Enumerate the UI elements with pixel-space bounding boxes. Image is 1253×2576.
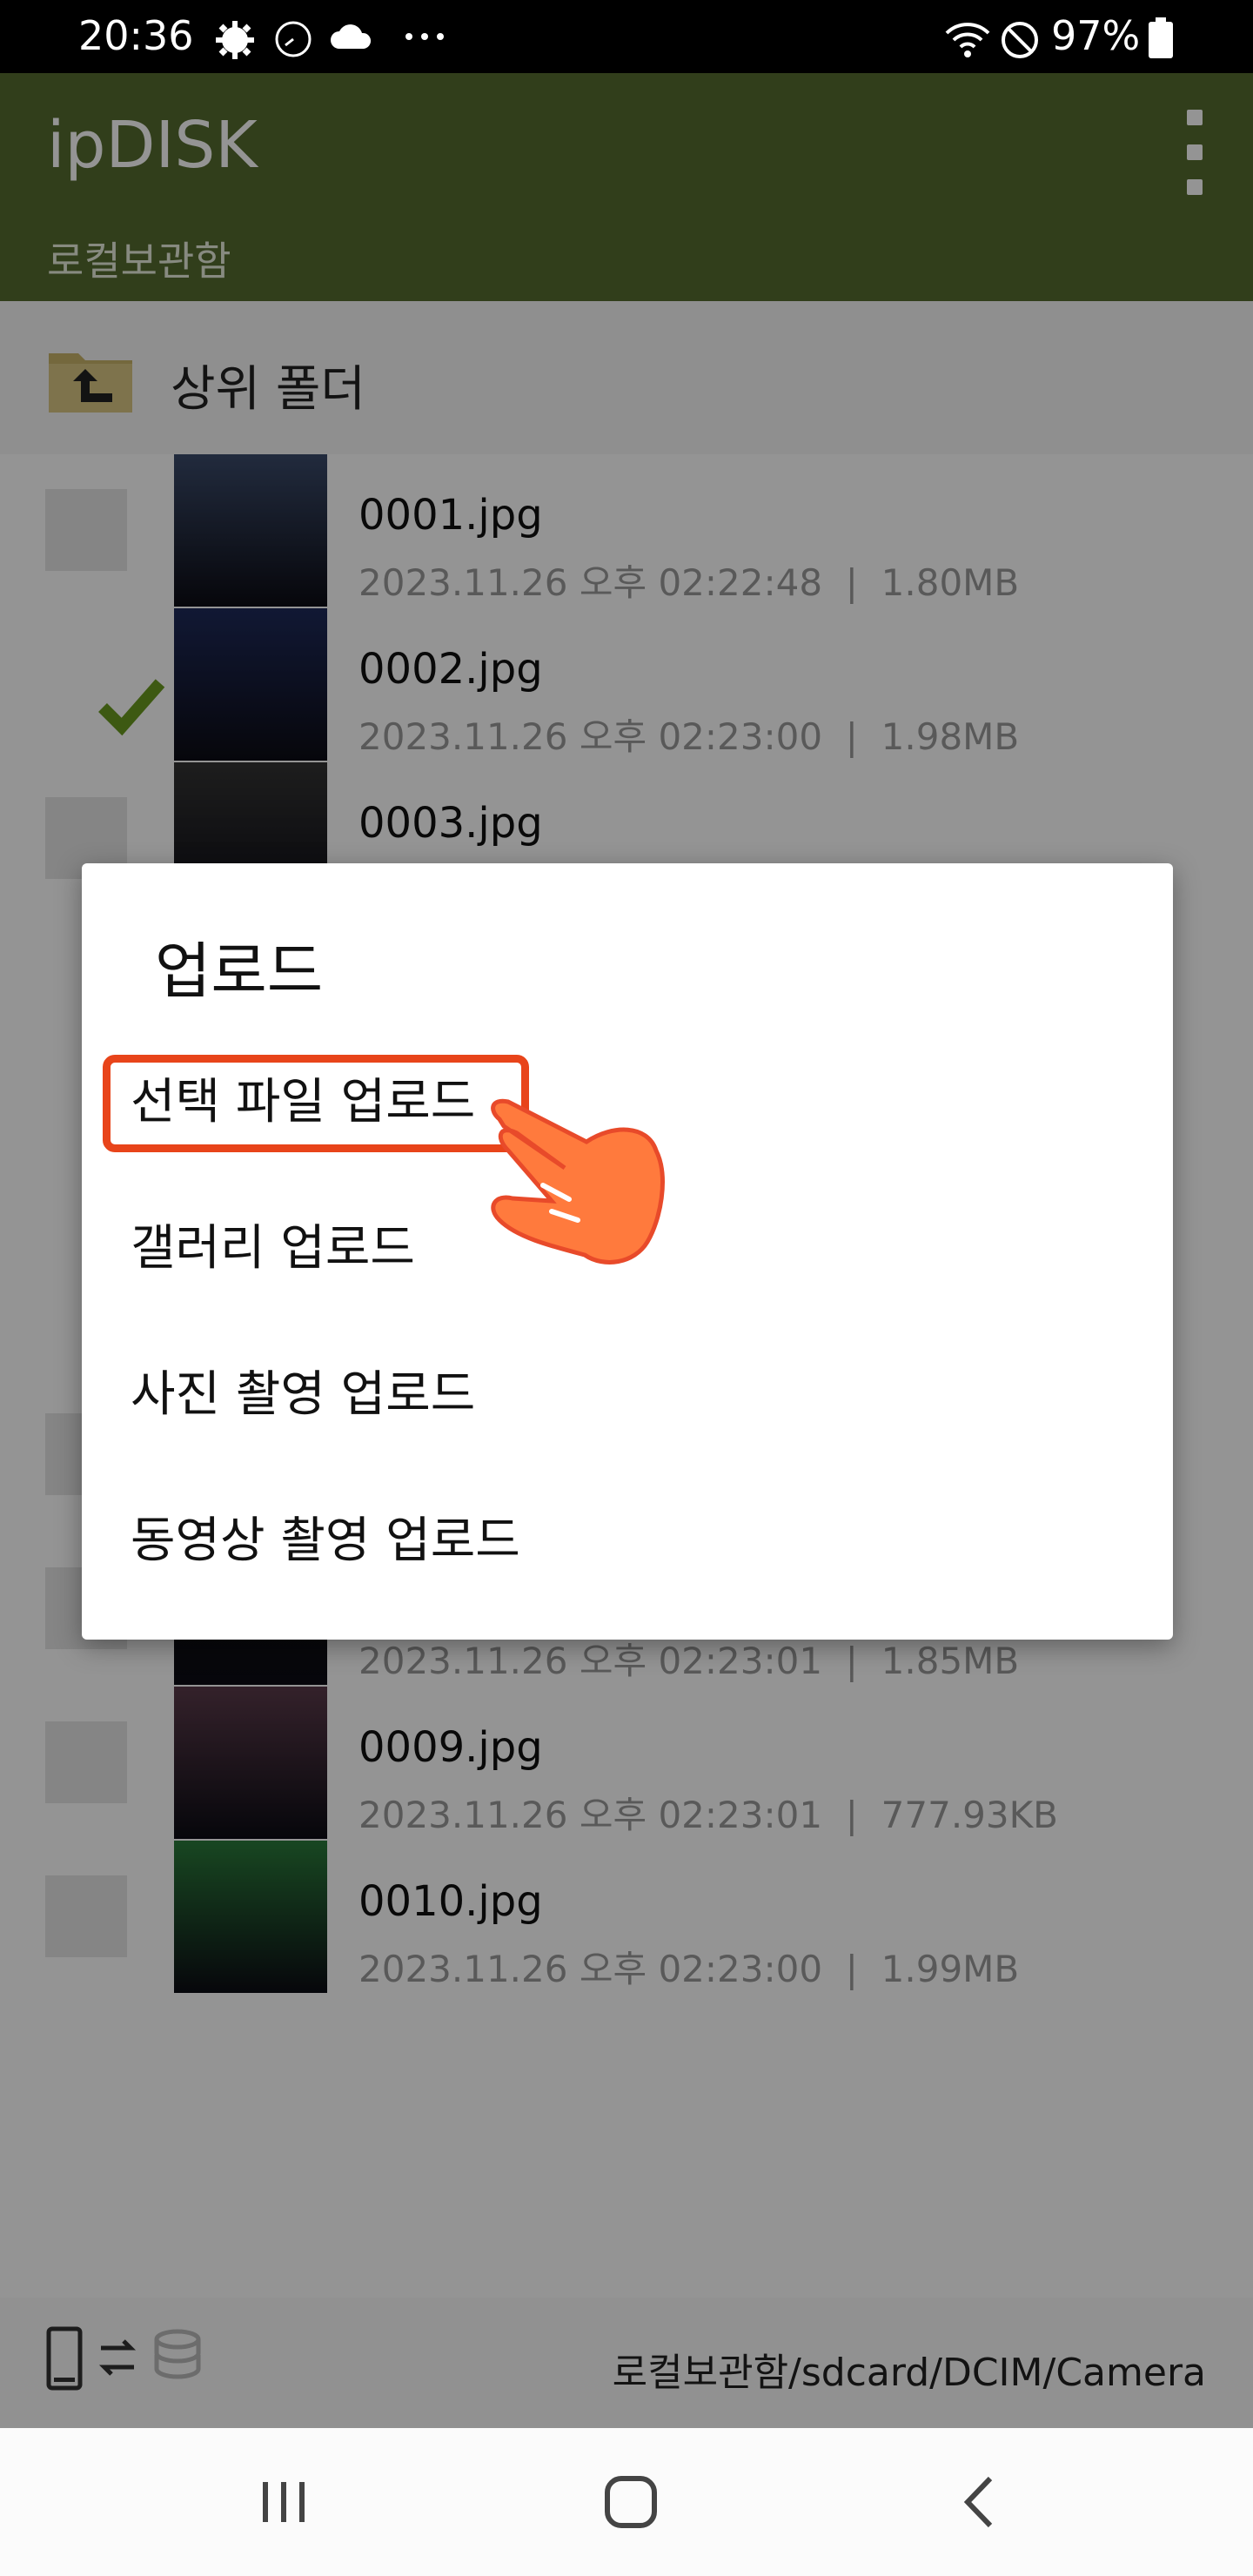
battery-percent: 97% xyxy=(1051,12,1141,59)
upload-take-photo-option[interactable]: 사진 촬영 업로드 xyxy=(131,1347,1122,1443)
system-navigation-bar xyxy=(0,2428,1253,2576)
dialog-title: 업로드 xyxy=(155,936,324,1007)
cloud-icon xyxy=(331,24,372,49)
recent-apps-icon[interactable] xyxy=(258,2472,310,2532)
status-bar: 20:36 97% xyxy=(0,0,1253,73)
more-notifications-icon xyxy=(405,33,444,40)
option-highlight-frame xyxy=(103,1055,529,1152)
back-icon[interactable] xyxy=(957,2472,1001,2532)
upload-dialog: 업로드 선택 파일 업로드 갤러리 업로드 사진 촬영 업로드 동영상 촬영 업… xyxy=(82,863,1173,1640)
upload-record-video-option[interactable]: 동영상 촬영 업로드 xyxy=(131,1493,1122,1589)
battery-icon xyxy=(1149,17,1173,58)
home-icon[interactable] xyxy=(600,2472,661,2532)
wifi-icon xyxy=(945,23,990,57)
do-not-disturb-icon xyxy=(1002,22,1038,58)
status-time: 20:36 xyxy=(78,12,194,59)
settings-gear-icon xyxy=(216,21,254,59)
pointing-hand-icon xyxy=(491,1098,665,1265)
clock-icon xyxy=(275,21,312,57)
